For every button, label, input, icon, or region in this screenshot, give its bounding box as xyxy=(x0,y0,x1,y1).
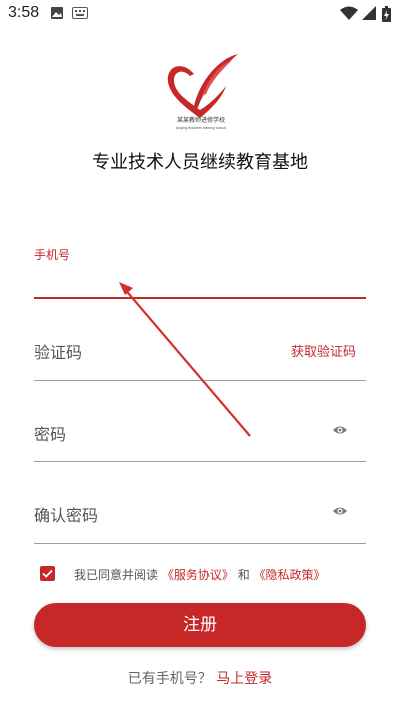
keyboard-icon xyxy=(72,7,88,19)
eye-icon[interactable] xyxy=(332,503,348,519)
login-prompt-text: 已有手机号？ xyxy=(127,671,212,687)
logo-text-en: Anqing teachers training school xyxy=(176,126,226,130)
password-underline xyxy=(34,461,366,462)
service-agreement-link[interactable]: 《服务协议》 xyxy=(162,568,234,582)
logo-text-cn: 某某教师进修学校 xyxy=(177,116,225,124)
register-button[interactable]: 注册 xyxy=(34,603,366,647)
agreement-prefix: 我已同意并阅读 xyxy=(74,568,159,582)
get-code-button[interactable]: 获取验证码 xyxy=(291,341,356,360)
phone-label: 手机号 xyxy=(34,248,71,262)
privacy-policy-link[interactable]: 《隐私政策》 xyxy=(254,568,326,582)
confirm-password-underline xyxy=(34,543,366,544)
check-icon xyxy=(42,569,53,578)
agreement-checkbox[interactable] xyxy=(40,566,55,581)
code-input[interactable]: 验证码 xyxy=(34,339,82,363)
school-logo: 某某教师进修学校 Anqing teachers training school xyxy=(167,54,238,130)
wifi-icon xyxy=(340,6,358,20)
eye-icon[interactable] xyxy=(332,422,348,438)
password-input[interactable]: 密码 xyxy=(34,421,66,445)
signal-icon xyxy=(362,6,376,20)
page-title: 专业技术人员继续教育基地 xyxy=(92,152,308,173)
agreement-and: 和 xyxy=(237,568,250,582)
confirm-password-input[interactable]: 确认密码 xyxy=(34,502,98,526)
agreement-text: 我已同意并阅读 《服务协议》 和 《隐私政策》 xyxy=(74,566,326,583)
image-icon xyxy=(51,7,63,19)
login-prompt: 已有手机号？ 马上登录 xyxy=(0,668,400,688)
code-underline xyxy=(34,380,366,381)
phone-input[interactable] xyxy=(34,262,366,298)
battery-icon xyxy=(382,6,391,22)
phone-underline xyxy=(34,297,366,299)
login-link[interactable]: 马上登录 xyxy=(216,671,272,687)
status-bar: 3:58 xyxy=(0,0,400,28)
status-time: 3:58 xyxy=(8,4,40,21)
